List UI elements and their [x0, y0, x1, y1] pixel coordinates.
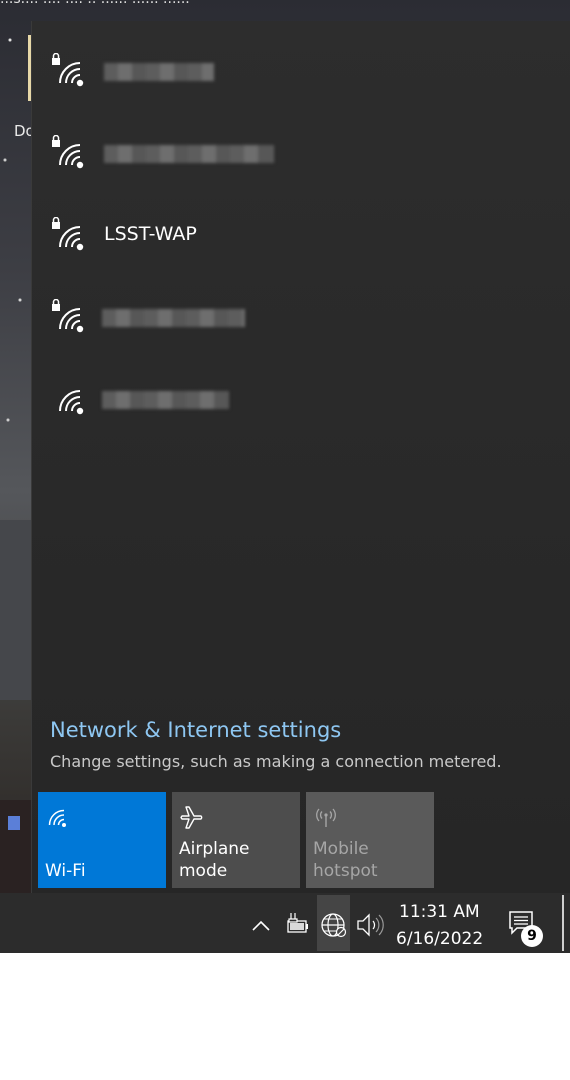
redacted-network-name — [102, 309, 245, 327]
background-window-text: ...s.... .... .... .. ...... ...... ....… — [0, 0, 570, 11]
airplane-mode-label: Airplane mode — [179, 839, 250, 881]
globe-network-icon — [321, 913, 347, 938]
wifi-secured-icon — [52, 299, 84, 333]
notification-count-badge: 9 — [521, 925, 543, 947]
clock-date[interactable]: 6/16/2022 — [396, 929, 483, 949]
network-item[interactable] — [28, 29, 570, 111]
network-settings-link[interactable]: Network & Internet settings — [50, 718, 341, 742]
desktop-icon[interactable] — [8, 816, 20, 830]
network-item[interactable]: LSST-WAP — [32, 193, 570, 275]
network-item[interactable] — [32, 275, 570, 357]
wifi-icon — [48, 809, 66, 827]
power-status-button[interactable] — [282, 895, 310, 951]
wifi-secured-icon — [52, 53, 84, 87]
power-plug-icon — [287, 913, 308, 933]
show-desktop-button[interactable] — [562, 895, 564, 951]
show-hidden-icons-button[interactable] — [248, 895, 274, 951]
mobile-hotspot-label-line1: Mobile — [313, 839, 369, 859]
network-item[interactable] — [32, 111, 570, 193]
mobile-hotspot-label-line2: hotspot — [313, 861, 378, 881]
network-tray-button[interactable] — [317, 895, 350, 951]
chevron-up-icon — [252, 920, 270, 931]
wifi-toggle-label: Wi-Fi — [45, 861, 86, 881]
taskbar: 11:31 AM 6/16/2022 — [0, 893, 570, 953]
wifi-open-icon — [59, 390, 84, 415]
airplane-icon — [180, 806, 203, 829]
airplane-mode-button[interactable]: Airplane mode — [172, 792, 300, 888]
wallpaper-region — [0, 520, 31, 700]
redacted-network-name — [102, 391, 229, 409]
wifi-toggle-button[interactable]: Wi-Fi — [38, 792, 166, 888]
network-item[interactable] — [32, 357, 570, 439]
network-flyout: LSST-WAP Network & Internet settings Cha… — [28, 21, 570, 893]
volume-icon — [357, 913, 384, 937]
network-name: LSST-WAP — [104, 223, 197, 245]
redacted-network-name — [104, 63, 214, 81]
hotspot-icon — [316, 808, 336, 827]
wifi-secured-icon — [52, 135, 84, 169]
network-settings-description: Change settings, such as making a connec… — [50, 752, 502, 771]
mobile-hotspot-button[interactable]: Mobile hotspot — [306, 792, 434, 888]
wifi-secured-icon — [52, 217, 84, 251]
volume-button[interactable] — [354, 895, 384, 951]
clock-time[interactable]: 11:31 AM — [399, 902, 480, 922]
wallpaper-region — [0, 800, 31, 893]
redacted-network-name — [104, 145, 274, 163]
mobile-hotspot-label: Mobile hotspot — [313, 838, 378, 882]
